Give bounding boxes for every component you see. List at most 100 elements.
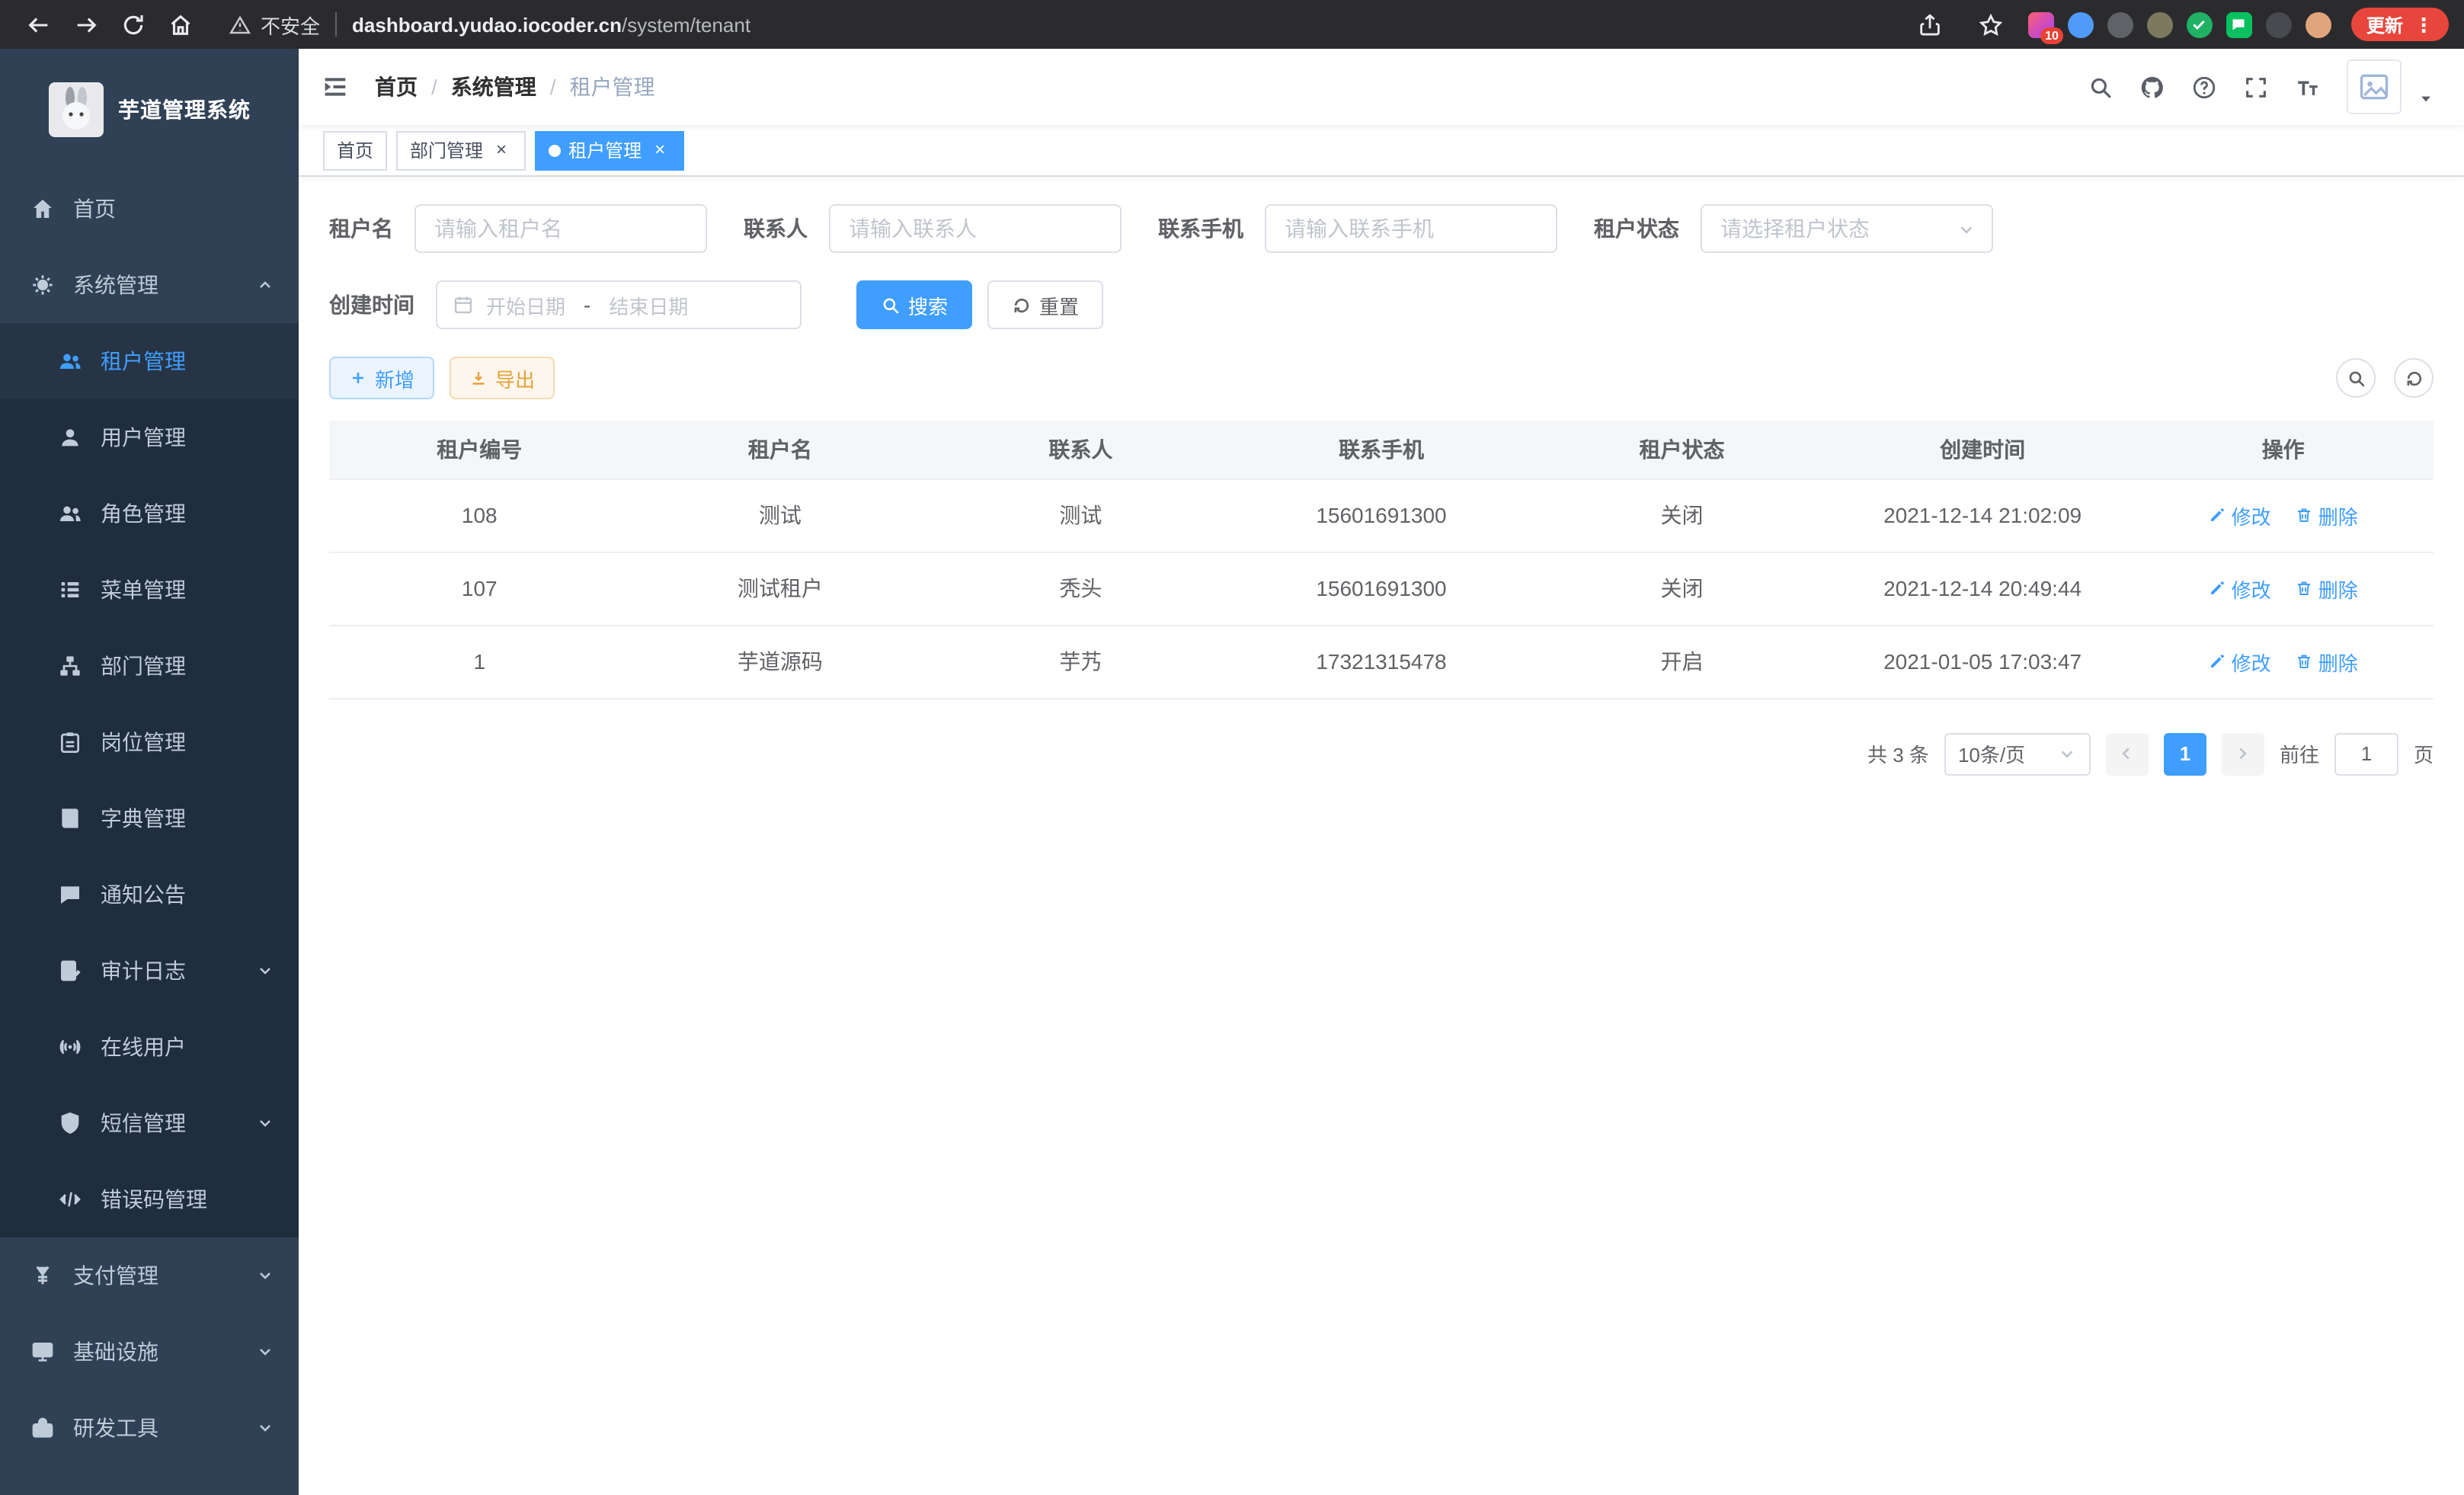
announcement-icon <box>58 882 82 907</box>
filter-row-1: 租户名 联系人 联系手机 租户状态 请选择租户状态 <box>329 204 2434 253</box>
refresh-icon <box>2404 368 2424 388</box>
browser-reload-icon[interactable] <box>120 11 146 37</box>
sidebar-item-label: 用户管理 <box>101 422 186 453</box>
app-logo[interactable]: 芋道管理系统 <box>0 49 299 171</box>
extension-icon-4[interactable] <box>2147 11 2173 37</box>
status-select[interactable]: 请选择租户状态 <box>1701 204 1993 253</box>
chevron-down-icon <box>256 962 274 980</box>
system-submenu: 租户管理 用户管理 角色管理 菜单管理 <box>0 323 299 1237</box>
caret-down-icon[interactable] <box>2418 91 2434 107</box>
extension-icon-7[interactable] <box>2266 11 2292 37</box>
next-page-button[interactable] <box>2222 732 2264 775</box>
sidebar-item-label: 角色管理 <box>101 498 186 529</box>
url-text: dashboard.yudao.iocoder.cn/system/tenant <box>352 13 750 36</box>
font-size-icon[interactable] <box>2295 74 2321 100</box>
sidebar-item-system[interactable]: 系统管理 <box>0 247 299 323</box>
trash-icon <box>2296 579 2314 597</box>
date-range-input[interactable]: 开始日期 - 结束日期 <box>436 280 802 329</box>
sidebar-item-error-codes[interactable]: 错误码管理 <box>0 1161 299 1237</box>
sidebar-item-dictionary[interactable]: 字典管理 <box>0 780 299 856</box>
add-button[interactable]: 新增 <box>329 357 434 399</box>
sidebar-item-roles[interactable]: 角色管理 <box>0 475 299 552</box>
date-end-placeholder: 结束日期 <box>609 290 688 319</box>
sidebar-item-tenant[interactable]: 租户管理 <box>0 323 299 399</box>
filter-create-time: 创建时间 开始日期 - 结束日期 <box>329 280 802 329</box>
search-icon[interactable] <box>2088 74 2114 100</box>
reset-button[interactable]: 重置 <box>987 280 1103 329</box>
tab-department[interactable]: 部门管理× <box>396 130 526 170</box>
sidebar-item-online-users[interactable]: 在线用户 <box>0 1009 299 1085</box>
page-number-button[interactable]: 1 <box>2164 732 2206 775</box>
browser-forward-icon[interactable] <box>73 11 99 37</box>
cell-status: 关闭 <box>1531 479 1832 552</box>
tab-close-icon[interactable]: × <box>491 139 512 161</box>
sidebar-item-infrastructure[interactable]: 基础设施 <box>0 1314 299 1390</box>
refresh-table-button[interactable] <box>2394 358 2434 398</box>
plus-icon <box>349 369 367 387</box>
browser-update-button[interactable]: 更新 ⋮ <box>2351 8 2449 41</box>
home-icon <box>30 197 55 221</box>
field-label: 租户状态 <box>1594 213 1679 244</box>
page-size-select[interactable]: 10条/页 <box>1944 732 2091 775</box>
phone-input[interactable] <box>1265 204 1557 253</box>
extension-icon-1[interactable]: 10 <box>2028 11 2054 37</box>
trash-icon <box>2296 506 2314 524</box>
github-icon[interactable] <box>2139 74 2165 100</box>
select-placeholder: 请选择租户状态 <box>1720 213 1870 244</box>
delete-label: 删除 <box>2318 647 2358 676</box>
goto-page-input[interactable] <box>2334 732 2398 775</box>
browser-home-icon[interactable] <box>168 11 194 37</box>
sidebar-item-menus[interactable]: 菜单管理 <box>0 552 299 628</box>
sidebar-item-announcements[interactable]: 通知公告 <box>0 856 299 933</box>
share-icon[interactable] <box>1917 11 1943 37</box>
edit-link[interactable]: 修改 <box>2209 647 2271 676</box>
roles-icon <box>58 501 82 526</box>
toggle-search-button[interactable] <box>2336 358 2376 398</box>
contact-input[interactable] <box>829 204 1122 253</box>
cell-contact: 芋艿 <box>930 625 1231 698</box>
export-button[interactable]: 导出 <box>450 357 555 399</box>
prev-page-button[interactable] <box>2106 732 2149 775</box>
browser-back-icon[interactable] <box>26 11 52 37</box>
tab-home[interactable]: 首页 <box>323 130 387 170</box>
search-button[interactable]: 搜索 <box>856 280 972 329</box>
fullscreen-icon[interactable] <box>2243 74 2269 100</box>
cell-tenant-name: 芋道源码 <box>630 625 931 698</box>
edit-link[interactable]: 修改 <box>2209 574 2271 603</box>
extension-icon-8[interactable] <box>2306 11 2331 37</box>
sidebar-item-home[interactable]: 首页 <box>0 171 299 247</box>
bookmark-star-icon[interactable] <box>1978 11 2004 37</box>
help-icon[interactable] <box>2191 74 2217 100</box>
post-badge-icon <box>58 730 82 754</box>
extension-icon-3[interactable] <box>2107 11 2133 37</box>
export-button-label: 导出 <box>495 363 535 392</box>
sidebar-item-sms[interactable]: 短信管理 <box>0 1085 299 1161</box>
sidebar-item-dev-tools[interactable]: 研发工具 <box>0 1390 299 1466</box>
address-bar[interactable]: 不安全 dashboard.yudao.iocoder.cn/system/te… <box>229 10 750 39</box>
tab-tenant[interactable]: 租户管理× <box>535 130 684 170</box>
filter-contact: 联系人 <box>744 204 1122 253</box>
breadcrumb-system[interactable]: 系统管理 <box>451 72 536 102</box>
extension-icon-6[interactable] <box>2226 11 2252 37</box>
sidebar-item-payment[interactable]: 支付管理 <box>0 1237 299 1314</box>
breadcrumb-home[interactable]: 首页 <box>375 72 418 102</box>
search-button-label: 搜索 <box>908 290 948 319</box>
sidebar-item-audit-log[interactable]: 审计日志 <box>0 933 299 1009</box>
delete-link[interactable]: 删除 <box>2296 647 2358 676</box>
check-icon <box>2192 17 2207 32</box>
delete-link[interactable]: 删除 <box>2296 574 2358 603</box>
extension-icon-5[interactable] <box>2187 11 2213 37</box>
browser-menu-kebab-icon[interactable]: ⋮ <box>2414 14 2434 34</box>
tenant-name-input[interactable] <box>414 204 707 253</box>
sidebar-toggle-icon[interactable] <box>320 72 350 102</box>
edit-link[interactable]: 修改 <box>2209 501 2271 530</box>
sidebar-item-posts[interactable]: 岗位管理 <box>0 704 299 780</box>
field-label: 联系人 <box>744 213 808 244</box>
browser-toolbar: 不安全 dashboard.yudao.iocoder.cn/system/te… <box>0 0 2464 49</box>
tab-close-icon[interactable]: × <box>649 139 670 161</box>
delete-link[interactable]: 删除 <box>2296 501 2358 530</box>
avatar[interactable] <box>2347 59 2402 114</box>
extension-icon-2[interactable] <box>2068 11 2094 37</box>
sidebar-item-users[interactable]: 用户管理 <box>0 399 299 475</box>
sidebar-item-departments[interactable]: 部门管理 <box>0 628 299 704</box>
